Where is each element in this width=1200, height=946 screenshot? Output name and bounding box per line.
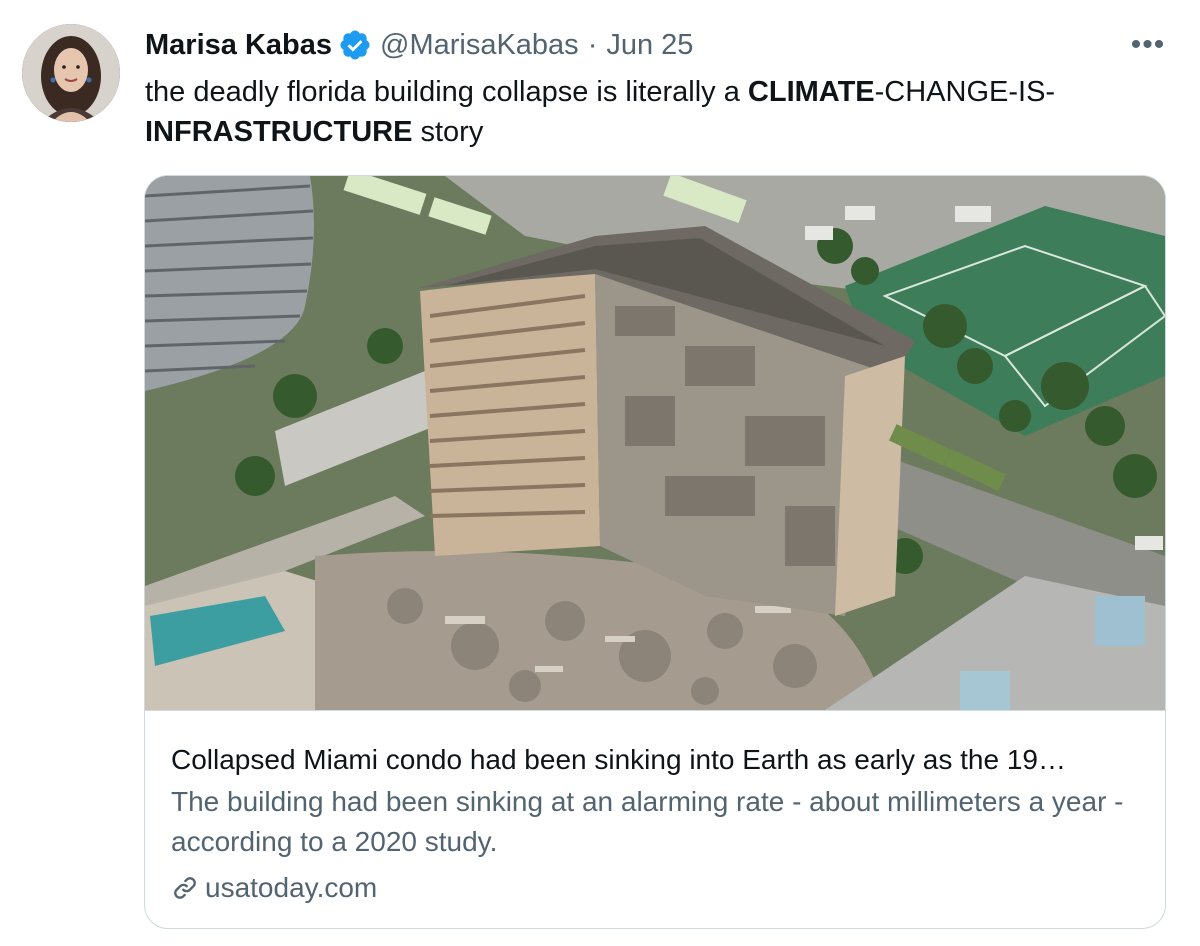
card-domain-text[interactable]: usatoday.com: [205, 869, 377, 907]
card-domain[interactable]: usatoday.com: [171, 869, 1139, 907]
separator-dot: ·: [587, 28, 598, 61]
tweet-text-part: the deadly florida building collapse is …: [145, 76, 748, 108]
avatar[interactable]: [22, 24, 120, 122]
link-card[interactable]: Collapsed Miami condo had been sinking i…: [144, 175, 1166, 929]
link-icon: [171, 874, 199, 902]
tweet-text: the deadly florida building collapse is …: [145, 72, 1165, 152]
author-handle[interactable]: @MarisaKabas: [380, 29, 579, 62]
tweet-header: Marisa Kabas @MarisaKabas · Jun 25: [145, 24, 693, 66]
collapsed-building-aerial-photo: [145, 176, 1165, 710]
tweet-text-bold: CLIMATE: [747, 76, 875, 108]
tweet-date[interactable]: Jun 25: [606, 29, 693, 62]
tweet[interactable]: Marisa Kabas @MarisaKabas · Jun 25 ••• t…: [0, 0, 1200, 946]
avatar-photo: [22, 24, 120, 122]
tweet-text-part: story: [412, 116, 484, 148]
verified-badge-icon: [338, 28, 372, 62]
card-description: The building had been sinking at an alar…: [171, 786, 1124, 857]
card-image[interactable]: [145, 176, 1165, 710]
card-title[interactable]: Collapsed Miami condo had been sinking i…: [171, 741, 1139, 779]
card-body[interactable]: Collapsed Miami condo had been sinking i…: [145, 710, 1165, 928]
tweet-text-bold: INFRASTRUCTURE: [145, 116, 413, 148]
author-display-name[interactable]: Marisa Kabas: [145, 29, 332, 62]
more-options-icon[interactable]: •••: [1128, 28, 1168, 61]
tweet-text-part: -CHANGE-IS-: [874, 76, 1056, 108]
